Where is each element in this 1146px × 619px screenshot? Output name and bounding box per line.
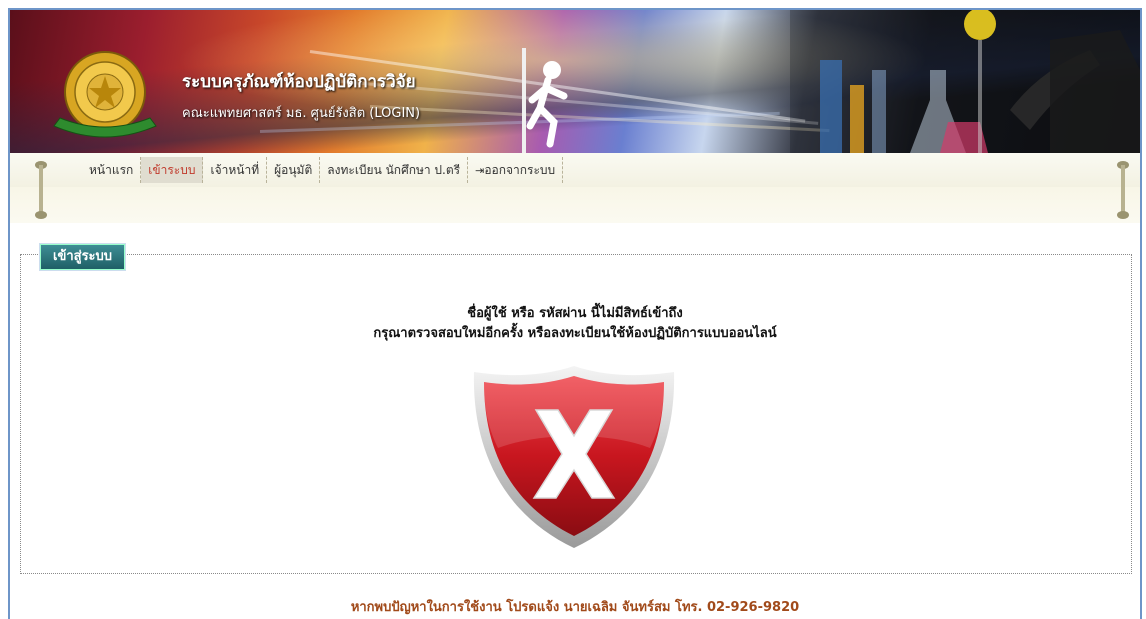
main-menu-bar: หน้าแรก เข้าระบบ เจ้าหน้าที่ ผู้อนุมัติ … — [10, 153, 1140, 188]
system-title: ระบบครุภัณฑ์ห้องปฏิบัติการวิจัย — [182, 72, 416, 92]
right-scroll-roller — [1117, 161, 1129, 219]
error-message-line2: กรุณาตรวจสอบใหม่อีกครั้ง หรือลงทะเบียนใช… — [373, 326, 777, 341]
menu-item-logout-label: ออกจากระบบ — [484, 163, 556, 177]
menu-item-approver[interactable]: ผู้อนุมัติ — [267, 157, 321, 183]
support-contact-footer: หากพบปัญหาในการใช้งาน โปรดแจ้ง นายเฉลิม … — [350, 600, 800, 615]
menu-item-logout[interactable]: ⇥ออกจากระบบ — [468, 157, 564, 183]
menu-item-student-register[interactable]: ลงทะเบียน นักศึกษา ป.ตรี — [320, 157, 469, 183]
running-figure-graphic — [522, 48, 568, 153]
system-subtitle: คณะแพทยศาสตร์ มธ. ศูนย์รังสิต (LOGIN) — [182, 106, 421, 121]
logout-icon: ⇥ — [475, 164, 485, 177]
error-shield-icon — [473, 366, 675, 548]
left-scroll-roller — [35, 161, 47, 219]
laboratory-graphic — [790, 10, 1140, 153]
error-message-line1: ชื่อผู้ใช้ หรือ รหัสผ่าน นี้ไม่มีสิทธ์เข… — [467, 306, 683, 321]
menu-item-staff[interactable]: เจ้าหน้าที่ — [203, 157, 268, 183]
university-seal-logo — [53, 51, 157, 138]
menu-item-home[interactable]: หน้าแรก — [82, 157, 142, 183]
page-frame: ระบบครุภัณฑ์ห้องปฏิบัติการวิจัย คณะแพทยศ… — [8, 8, 1142, 619]
header-banner: ระบบครุภัณฑ์ห้องปฏิบัติการวิจัย คณะแพทยศ… — [10, 10, 1140, 153]
menu-item-login[interactable]: เข้าระบบ — [141, 157, 204, 183]
main-menu: หน้าแรก เข้าระบบ เจ้าหน้าที่ ผู้อนุมัติ … — [82, 157, 564, 183]
menu-scroll-band — [10, 187, 1140, 223]
login-panel-legend: เข้าสู่ระบบ — [40, 244, 126, 270]
